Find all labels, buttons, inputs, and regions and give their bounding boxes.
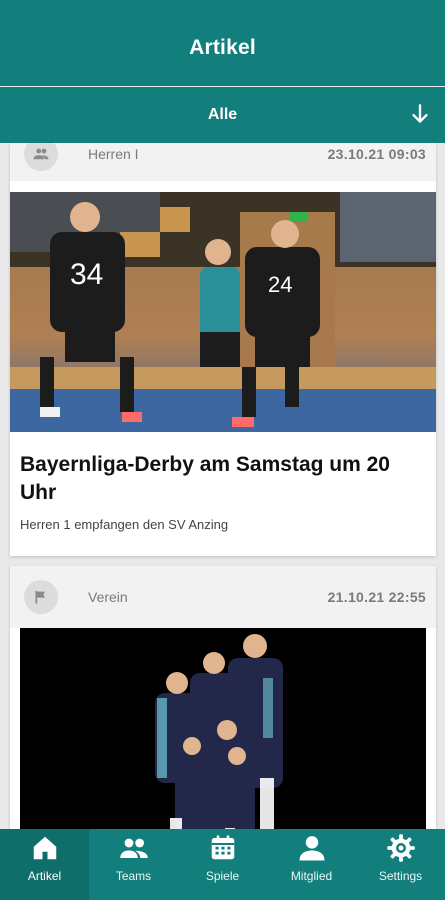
article-card[interactable]: Verein 21.10.21 22:55 xyxy=(10,566,436,829)
article-team: Herren I xyxy=(88,146,139,162)
article-header: Herren I 23.10.21 09:03 xyxy=(10,143,436,181)
flag-icon xyxy=(24,580,58,614)
nav-label: Artikel xyxy=(27,869,62,883)
filter-dropdown[interactable]: Alle xyxy=(0,87,445,143)
player-number: 24 xyxy=(268,272,292,297)
home-icon xyxy=(33,836,56,860)
page-title: Artikel xyxy=(189,36,256,59)
player-number: 34 xyxy=(70,258,103,291)
article-title[interactable]: Bayernliga-Derby am Samstag um 20 Uhr xyxy=(20,451,430,507)
article-image[interactable] xyxy=(20,628,426,829)
article-image[interactable]: 34 24 xyxy=(10,192,436,432)
people-icon xyxy=(119,838,148,858)
person-icon xyxy=(299,836,324,861)
article-feed[interactable]: Herren I 23.10.21 09:03 34 24 Bayernliga… xyxy=(0,143,445,829)
article-subtitle: Herren 1 empfangen den SV Anzing xyxy=(20,517,229,532)
nav-item-teams[interactable]: Teams xyxy=(89,829,178,900)
nav-item-mitglied[interactable]: Mitglied xyxy=(267,829,356,900)
nav-item-artikel[interactable]: Artikel xyxy=(0,829,89,900)
article-date: 23.10.21 09:03 xyxy=(327,146,426,162)
filter-label: Alle xyxy=(207,106,238,123)
nav-label: Spiele xyxy=(205,869,240,883)
article-team: Verein xyxy=(88,589,128,605)
gear-icon xyxy=(386,834,415,862)
nav-label: Teams xyxy=(115,869,152,883)
article-date: 21.10.21 22:55 xyxy=(327,589,426,605)
people-icon xyxy=(24,143,58,171)
nav-label: Mitglied xyxy=(290,869,333,883)
bottom-navigation: Artikel Teams Spiele Mitglied Settings xyxy=(0,829,445,900)
article-header: Verein 21.10.21 22:55 xyxy=(10,566,436,628)
nav-item-settings[interactable]: Settings xyxy=(356,829,445,900)
app-bar: Artikel xyxy=(0,0,445,86)
article-card[interactable]: Herren I 23.10.21 09:03 34 24 Bayernliga… xyxy=(10,143,436,556)
nav-item-spiele[interactable]: Spiele xyxy=(178,829,267,900)
nav-label: Settings xyxy=(378,869,423,883)
calendar-icon xyxy=(211,835,234,860)
arrow-down-icon[interactable] xyxy=(407,101,433,127)
